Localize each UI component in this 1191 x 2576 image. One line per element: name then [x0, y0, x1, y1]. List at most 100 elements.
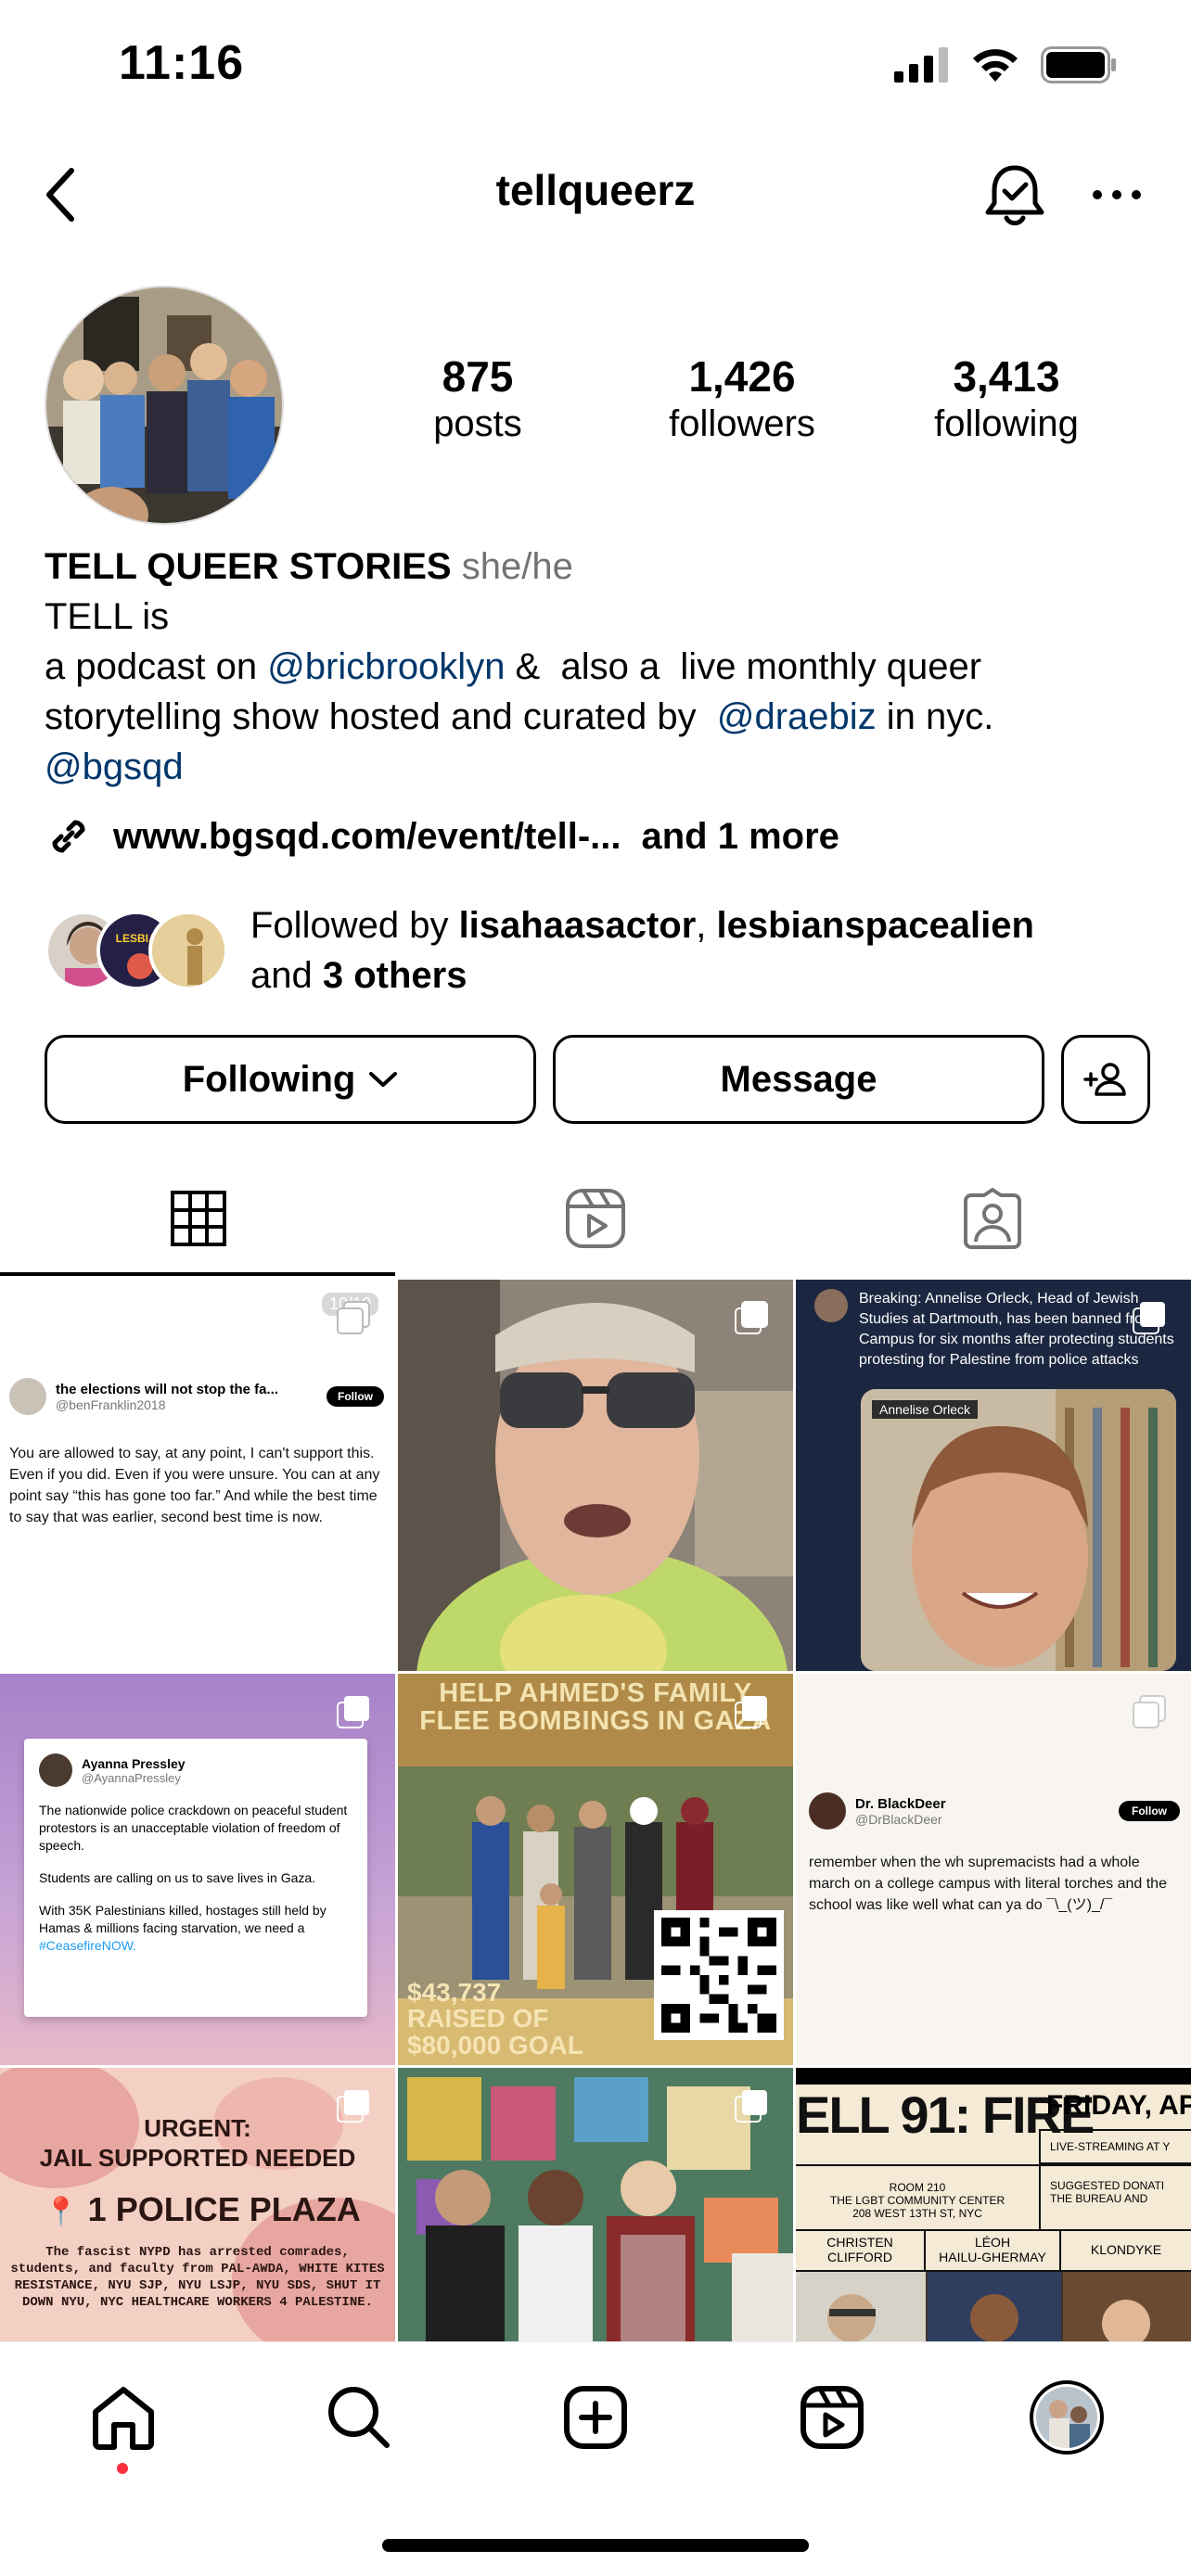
following-button[interactable]: Following: [45, 1035, 536, 1124]
profile-header: tellqueerz: [0, 148, 1191, 241]
profile-tabs: [0, 1163, 1191, 1274]
tweet-handle: @benFranklin2018: [56, 1396, 166, 1412]
mention-link[interactable]: @bgsqd: [45, 746, 184, 787]
tweet-text: You are allowed to say, at any point, I …: [9, 1446, 380, 1525]
event-address: 208 WEST 13TH ST, NYC: [852, 2207, 982, 2220]
post-thumbnail[interactable]: URGENT: JAIL SUPPORTED NEEDED 📍 1 POLICE…: [0, 2068, 395, 2341]
active-tab-indicator: [0, 1272, 395, 1276]
profile-links[interactable]: www.bgsqd.com/event/tell-... and 1 more: [45, 812, 839, 861]
performer-name: HAILU-GHERMAY: [939, 2250, 1046, 2264]
profile-link[interactable]: www.bgsqd.com/event/tell-...: [113, 816, 621, 858]
fundraiser-goal: $80,000 GOAL: [407, 2031, 583, 2060]
message-button[interactable]: Message: [553, 1035, 1044, 1124]
tab-tagged[interactable]: [794, 1163, 1191, 1274]
bio-line: @bgsqd: [45, 742, 1158, 792]
post-thumbnail[interactable]: Dr. BlackDeer @DrBlackDeer Follow rememb…: [796, 1674, 1191, 2065]
post-thumbnail[interactable]: Breaking: Annelise Orleck, Head of Jewis…: [796, 1280, 1191, 1671]
post-thumbnail[interactable]: [398, 1280, 793, 1671]
stat-number: 3,413: [953, 352, 1060, 401]
tweet-avatar: [39, 1753, 72, 1787]
tab-posts-grid[interactable]: [0, 1163, 397, 1274]
search-icon: [328, 2387, 390, 2448]
post-body: The fascist NYPD has arrested comrades, …: [10, 2245, 385, 2310]
post-thumbnail[interactable]: HELP AHMED'S FAMILY FLEE BOMBINGS IN GAZ…: [398, 1674, 793, 2065]
post-thumbnail[interactable]: Ayanna Pressley @AyannaPressley The nati…: [0, 1674, 395, 2065]
performer-name: KLONDYKE: [1090, 2242, 1162, 2257]
bio-line: TELL is: [45, 596, 170, 637]
event-live: LIVE-STREAMING AT Y: [1039, 2129, 1191, 2164]
bottom-tab-bar: [0, 2341, 1191, 2576]
profile-bio: TELL QUEER STORIES she/he TELL is a podc…: [45, 542, 1158, 792]
home-notification-dot: [117, 2463, 128, 2474]
bio-line: storytelling show hosted and curated by …: [45, 692, 1158, 742]
profile-avatar[interactable]: [45, 286, 284, 525]
following-count[interactable]: 3,413 following: [881, 352, 1132, 447]
nav-create[interactable]: [554, 2376, 637, 2459]
bio-text: & also a live monthly queer: [505, 646, 982, 687]
performer-photos: [796, 2272, 1191, 2341]
grid-icon: [171, 1191, 226, 1246]
nav-reels[interactable]: [790, 2376, 874, 2459]
followed-by-text: Followed by lisahaasactor, lesbianspacea…: [250, 900, 1034, 1001]
location-text: 1 POLICE PLAZA: [87, 2190, 361, 2228]
post-image: [398, 1280, 793, 1671]
followed-and: and: [250, 955, 323, 996]
tweet-handle: @DrBlackDeer: [855, 1811, 942, 1827]
nav-search[interactable]: [317, 2376, 401, 2459]
carousel-icon: [735, 2090, 767, 2123]
posts-count[interactable]: 875 posts: [352, 352, 603, 447]
tweet-text: Students are calling on us to save lives…: [39, 1870, 316, 1885]
fundraiser-raised-label: RAISED OF: [407, 2004, 549, 2033]
carousel-icon: [337, 1696, 369, 1728]
tweet-avatar: [814, 1289, 848, 1322]
bio-text: storytelling show hosted and curated by: [45, 696, 717, 737]
home-icon: [93, 2387, 154, 2450]
more-links[interactable]: and 1 more: [641, 816, 839, 858]
event-date: FRIDAY, AP: [1046, 2090, 1191, 2121]
followers-count[interactable]: 1,426 followers: [617, 352, 867, 447]
nav-profile[interactable]: [1025, 2376, 1108, 2459]
more-options-button[interactable]: [1080, 158, 1154, 232]
post-headline: HELP AHMED'S FAMILY FLEE BOMBINGS IN GAZ…: [419, 1678, 772, 1736]
stat-label: following: [934, 403, 1079, 444]
create-post-icon: [564, 2386, 627, 2449]
post-location: 📍 1 POLICE PLAZA: [9, 2190, 395, 2229]
post-thumbnail[interactable]: ELL 91: FIRE FRIDAY, AP LIVE-STREAMING A…: [796, 2068, 1191, 2341]
carousel-icon: [735, 1696, 767, 1728]
nav-home[interactable]: [82, 2376, 165, 2459]
home-indicator: [382, 2539, 809, 2552]
profile-pronouns: she/he: [461, 546, 573, 587]
more-horizontal-icon: [1093, 190, 1141, 199]
performer-name: CLIFFORD: [827, 2250, 892, 2264]
followed-by[interactable]: LESBIAN Followed by lisahaasactor, lesbi…: [45, 899, 1034, 1001]
tweet-text: With 35K Palestinians killed, hostages s…: [39, 1903, 327, 1935]
mutual-others: 3 others: [322, 955, 467, 996]
tweet-handle: @AyannaPressley: [82, 1770, 181, 1785]
mention-link[interactable]: @bricbrooklyn: [267, 646, 505, 687]
donation-text: SUGGESTED DONATI: [1050, 2179, 1165, 2192]
suggested-users-button[interactable]: [1061, 1035, 1150, 1124]
profile-actions: Following Message: [45, 1035, 1150, 1124]
fundraiser-raised: $43,737: [407, 1978, 502, 2007]
bio-line: a podcast on @bricbrooklyn & also a live…: [45, 642, 1158, 692]
mention-link[interactable]: @draebiz: [717, 696, 877, 737]
tweet-avatar: [809, 1792, 846, 1830]
wifi-icon: [973, 49, 1018, 82]
post-thumbnail[interactable]: [398, 2068, 793, 2341]
profile-display-name: TELL QUEER STORIES: [45, 546, 452, 587]
tab-reels[interactable]: [397, 1163, 794, 1274]
mutual-username: lisahaasactor: [458, 905, 697, 946]
reels-icon: [800, 2386, 864, 2449]
notifications-button[interactable]: [978, 158, 1052, 232]
post-thumbnail[interactable]: 10/10 the elections will not stop the fa…: [0, 1280, 395, 1671]
tweet-text: remember when the wh supremacists had a …: [809, 1855, 1167, 1913]
tweet-follow-badge: Follow: [327, 1386, 384, 1407]
profile-stats: 875 posts 1,426 followers 3,413 followin…: [352, 352, 1132, 447]
stat-number: 1,426: [688, 352, 796, 401]
separator: ,: [696, 905, 717, 946]
bio-name-row: TELL QUEER STORIES she/he: [45, 542, 1158, 592]
link-icon: [52, 820, 85, 853]
tweet-hashtag: #CeasefireNOW.: [39, 1938, 137, 1953]
status-time: 11:16: [119, 36, 245, 90]
tweet-author: Dr. BlackDeer: [855, 1795, 946, 1812]
